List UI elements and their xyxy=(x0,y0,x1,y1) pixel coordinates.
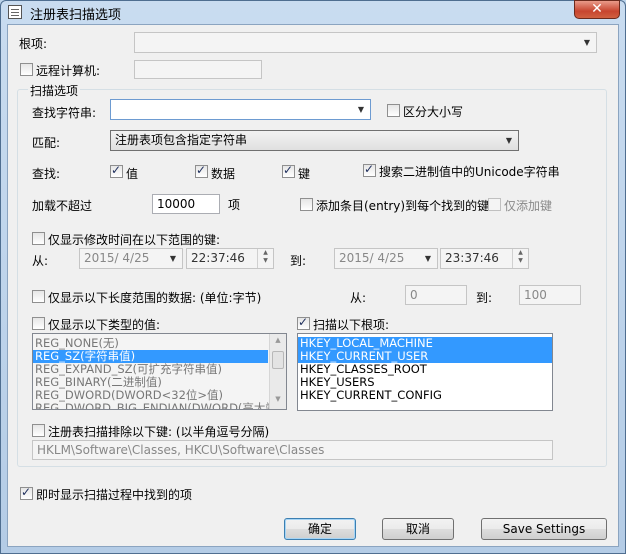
length-filter-label: 仅显示以下长度范围的数据: (单位:字节) xyxy=(48,291,262,305)
search-values-label: 值 xyxy=(126,167,139,181)
save-settings-button[interactable]: Save Settings xyxy=(481,518,607,540)
realtime-label: 即时显示扫描过程中找到的项 xyxy=(36,488,193,502)
case-checkbox[interactable] xyxy=(387,104,400,117)
search-keys-label: 键 xyxy=(298,167,311,181)
match-label: 匹配: xyxy=(32,136,61,150)
chevron-down-icon[interactable]: ▼ xyxy=(354,100,368,119)
to-time-input: 23:37:46 ▲ ▼ xyxy=(440,248,529,269)
roots-label: 扫描以下根项: xyxy=(313,318,390,332)
spin-arrows-icon: ▲ ▼ xyxy=(257,249,273,268)
from-label: 从: xyxy=(32,254,49,268)
length-to-label: 到: xyxy=(476,291,493,305)
group-title: 扫描选项 xyxy=(28,82,81,99)
root-combo: ▼ xyxy=(134,32,597,53)
chevron-down-icon: ▼ xyxy=(583,38,591,47)
types-scrollbar: ▲ ▼ xyxy=(269,334,286,409)
types-listbox: REG_NONE(无) REG_SZ(字符串值) REG_EXPAND_SZ(可… xyxy=(32,333,287,410)
load-input[interactable]: 10000 xyxy=(152,194,220,214)
load-unit: 项 xyxy=(228,198,241,212)
find-combo[interactable]: ▼ xyxy=(110,99,371,120)
remote-input xyxy=(134,60,262,79)
add-entry-checkbox[interactable] xyxy=(300,198,313,211)
match-value: 注册表项包含指定字符串 xyxy=(115,133,248,147)
from-date: 2015/ 4/25 xyxy=(84,251,150,265)
search-keys-checkbox[interactable] xyxy=(282,163,295,178)
from-date-picker: 2015/ 4/25 ▼ xyxy=(79,248,183,269)
exclude-label: 注册表扫描排除以下键: (以半角逗号分隔) xyxy=(48,425,270,439)
from-time: 22:37:46 xyxy=(191,251,245,265)
realtime-checkbox[interactable] xyxy=(20,485,33,500)
from-time-input: 22:37:46 ▲ ▼ xyxy=(186,248,274,269)
search-unicode-checkbox[interactable] xyxy=(363,162,376,177)
length-from-label: 从: xyxy=(350,291,367,305)
to-time: 23:37:46 xyxy=(445,251,499,265)
ok-button[interactable]: 确定 xyxy=(284,518,356,540)
type-filter-checkbox[interactable] xyxy=(32,317,45,330)
time-filter-label: 仅显示修改时间在以下范围的键: xyxy=(48,233,221,247)
exclude-input: HKLM\Software\Classes, HKCU\Software\Cla… xyxy=(32,440,553,460)
length-from-input: 0 xyxy=(405,285,467,305)
scroll-down-icon: ▼ xyxy=(275,395,281,403)
case-label: 区分大小写 xyxy=(403,105,464,119)
time-filter-checkbox[interactable] xyxy=(32,232,45,245)
remote-label: 远程计算机: xyxy=(36,64,101,78)
match-combo[interactable]: 注册表项包含指定字符串 ▼ xyxy=(110,130,519,151)
chevron-down-icon: ▼ xyxy=(424,254,432,263)
scroll-up-icon: ▲ xyxy=(275,336,281,344)
chevron-down-icon[interactable]: ▼ xyxy=(502,131,516,150)
search-data-label: 数据 xyxy=(211,167,236,181)
search-values-checkbox[interactable] xyxy=(110,163,123,178)
search-label: 查找: xyxy=(32,167,61,181)
to-date-picker: 2015/ 4/25 ▼ xyxy=(334,248,438,269)
to-label: 到: xyxy=(290,254,307,268)
add-only-checkbox xyxy=(488,198,501,211)
length-to-input: 100 xyxy=(519,285,581,305)
scroll-thumb xyxy=(272,351,284,369)
list-item[interactable]: HKEY_CURRENT_CONFIG xyxy=(298,389,552,402)
exclude-checkbox[interactable] xyxy=(32,424,45,437)
cancel-button[interactable]: 取消 xyxy=(382,518,454,540)
spin-arrows-icon: ▲ ▼ xyxy=(512,249,528,268)
search-unicode-label: 搜索二进制值中的Unicode字符串 xyxy=(379,165,560,179)
find-label: 查找字符串: xyxy=(32,106,97,120)
list-item: REG_DWORD_BIG_ENDIAN(DWORD(高大端) xyxy=(35,401,282,410)
window-title: 注册表扫描选项 xyxy=(30,8,122,23)
title-bar: 注册表扫描选项 ✕ xyxy=(0,0,626,24)
add-only-label: 仅添加键 xyxy=(504,199,553,213)
roots-checkbox[interactable] xyxy=(297,315,310,330)
roots-listbox[interactable]: HKEY_LOCAL_MACHINE HKEY_CURRENT_USER HKE… xyxy=(297,333,553,411)
remote-checkbox[interactable] xyxy=(20,63,33,76)
app-icon xyxy=(8,5,22,19)
type-filter-label: 仅显示以下类型的值: xyxy=(48,318,161,332)
length-filter-checkbox[interactable] xyxy=(32,290,45,303)
load-label: 加载不超过 xyxy=(32,199,93,213)
chevron-down-icon: ▼ xyxy=(169,254,177,263)
close-button[interactable]: ✕ xyxy=(574,0,620,19)
add-entry-label: 添加条目(entry)到每个找到的键 xyxy=(316,199,490,213)
root-label: 根项: xyxy=(19,37,48,51)
search-data-checkbox[interactable] xyxy=(195,163,208,178)
to-date: 2015/ 4/25 xyxy=(339,251,405,265)
